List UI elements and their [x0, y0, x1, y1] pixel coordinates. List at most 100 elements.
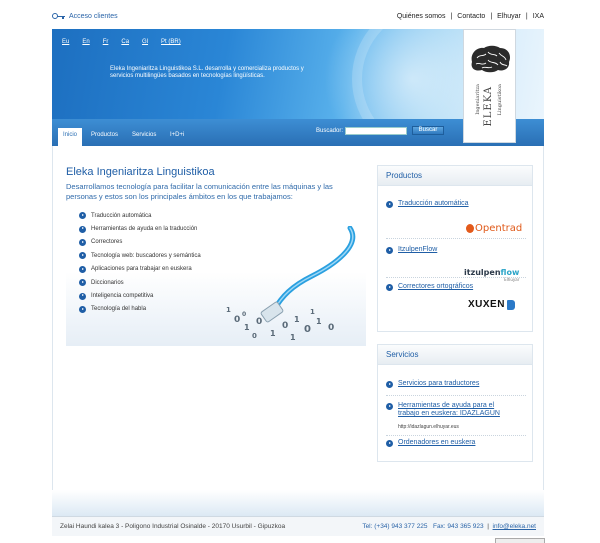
xuxen-logo[interactable]: XUXEN: [468, 299, 515, 310]
search-input[interactable]: [345, 126, 407, 135]
top-link-about[interactable]: Quiénes somos: [392, 13, 451, 20]
service-link-label[interactable]: Ordenadores en euskera: [398, 439, 475, 447]
search-label: Buscador:: [315, 127, 343, 134]
feature-label: Diccionarios: [91, 279, 124, 286]
svg-text:1: 1: [290, 333, 296, 342]
svg-text:1: 1: [316, 317, 322, 326]
footer-fax: Fax: 943 365 923: [432, 523, 484, 530]
product-link-itzulpenflow[interactable]: ItzulpenFlow: [386, 246, 437, 254]
svg-text:0: 0: [242, 311, 246, 318]
lang-ca[interactable]: Ca: [121, 39, 129, 45]
footer-gradient: [52, 490, 544, 516]
idazlagun-url[interactable]: http://idazlagun.elhuyar.eus: [398, 424, 459, 430]
tab-servicios[interactable]: Servicios: [127, 128, 161, 146]
divider: [386, 277, 526, 278]
arrow-bullet-icon: [386, 284, 393, 291]
footer-contact: Tel: (+34) 943 377 225 Fax: 943 365 923 …: [362, 523, 536, 530]
page-title: Eleka Ingeniaritza Linguistikoa: [66, 166, 215, 178]
client-access-link[interactable]: Acceso clientes: [52, 12, 118, 20]
top-link-contact[interactable]: Contacto: [452, 13, 490, 20]
search-button[interactable]: Buscar: [412, 126, 444, 135]
divider: [386, 238, 526, 239]
horizontal-scrollbar[interactable]: [495, 538, 545, 543]
arrow-bullet-icon: [386, 247, 393, 254]
service-link-computers[interactable]: Ordenadores en euskera: [386, 439, 475, 447]
list-item: Herramientas de ayuda en la traducción: [79, 222, 201, 235]
tab-productos[interactable]: Productos: [86, 128, 123, 146]
svg-text:1: 1: [294, 315, 300, 324]
lang-fr[interactable]: Fr: [103, 39, 109, 45]
logo-line-top: Ingeniaritza: [475, 84, 481, 115]
xuxen-mark-icon: [506, 299, 515, 310]
arrow-bullet-icon: [386, 381, 393, 388]
service-link-label[interactable]: Servicios para traductores: [398, 380, 479, 388]
footer-address: Zelai Haundi kalea 3 - Poligono Industri…: [60, 523, 286, 530]
opentrad-wordmark: Opentrad: [475, 223, 523, 234]
svg-text:0: 0: [234, 315, 240, 325]
product-link-spellcheckers[interactable]: Correctores ortográficos: [386, 283, 473, 291]
svg-text:1: 1: [244, 323, 250, 332]
footer-separator: |: [487, 523, 489, 530]
arrow-bullet-icon: [79, 265, 86, 273]
brain-icon: [471, 45, 510, 73]
footer: Zelai Haundi kalea 3 - Poligono Industri…: [52, 516, 544, 536]
arrow-bullet-icon: [79, 292, 86, 300]
logo-line-bottom: Linguistikoa: [497, 84, 503, 116]
svg-text:1: 1: [310, 308, 315, 316]
product-link-label[interactable]: Correctores ortográficos: [398, 283, 473, 291]
top-link-ixa[interactable]: IXA: [528, 13, 544, 20]
product-link-machine-translation[interactable]: Traducción automática: [386, 200, 469, 208]
top-links: Quiénes somos | Contacto | Elhuyar | IXA: [392, 13, 544, 20]
key-icon: [52, 12, 65, 20]
itzulpen-wordmark: itzulpen: [464, 268, 501, 277]
lang-eu[interactable]: Eu: [62, 39, 69, 45]
arrow-bullet-icon: [386, 440, 393, 447]
list-item: Tecnología web: buscadores y semántica: [79, 249, 201, 262]
tab-idi[interactable]: I+D+i: [165, 128, 189, 146]
arrow-bullet-icon: [79, 225, 86, 233]
top-bar: Acceso clientes Quiénes somos | Contacto…: [52, 12, 544, 26]
feature-label: Correctores: [91, 239, 123, 246]
lang-gl[interactable]: Gl: [142, 39, 148, 45]
tab-inicio[interactable]: Inicio: [58, 128, 83, 146]
arrow-bullet-icon: [79, 238, 86, 246]
arrow-bullet-icon: [79, 212, 86, 220]
service-link-label[interactable]: Herramientas de ayuda para el trabajo en…: [398, 402, 501, 418]
service-link-translators[interactable]: Servicios para traductores: [386, 380, 479, 388]
arrow-bullet-icon: [386, 201, 393, 208]
product-link-label[interactable]: Traducción automática: [398, 200, 469, 208]
logo-wordmark: Ingeniaritza ELEKA Linguistikoa: [473, 82, 509, 140]
products-title: Productos: [378, 166, 532, 186]
list-item: Inteligencia competitiva: [79, 289, 201, 302]
services-title: Servicios: [378, 345, 532, 365]
language-switcher: Eu En Fr Ca Gl Pt (BR): [62, 39, 194, 45]
arrow-bullet-icon: [79, 252, 86, 260]
feature-label: Tecnología web: buscadores y semántica: [91, 252, 201, 259]
lang-pt-br[interactable]: Pt (BR): [161, 39, 181, 45]
svg-text:0: 0: [282, 321, 288, 331]
footer-email-link[interactable]: info@eleka.net: [493, 523, 536, 530]
product-link-label[interactable]: ItzulpenFlow: [398, 246, 437, 254]
list-item: Correctores: [79, 236, 201, 249]
service-link-idazlagun[interactable]: Herramientas de ayuda para el trabajo en…: [386, 402, 501, 418]
opentrad-logo[interactable]: Opentrad: [466, 223, 522, 234]
feature-label: Inteligencia competitiva: [91, 293, 154, 300]
divider: [386, 435, 526, 436]
divider: [386, 395, 526, 396]
top-link-elhuyar[interactable]: Elhuyar: [492, 13, 526, 20]
itzulpenflow-logo[interactable]: itzulpenflow Elhuyar: [464, 268, 519, 282]
header-tagline: Eleka Ingeniaritza Linguistikoa S.L. des…: [110, 66, 304, 79]
eleka-logo[interactable]: Ingeniaritza ELEKA Linguistikoa: [463, 29, 516, 143]
feature-label: Traducción automática: [91, 212, 152, 219]
list-item: Diccionarios: [79, 276, 201, 289]
svg-text:1: 1: [270, 329, 276, 338]
lang-en[interactable]: En: [82, 39, 89, 45]
opentrad-dot-icon: [466, 224, 474, 233]
feature-label: Herramientas de ayuda en la traducción: [91, 226, 198, 233]
xuxen-wordmark: XUXEN: [468, 299, 505, 310]
feature-label: Tecnología del habla: [91, 306, 147, 313]
client-access-label[interactable]: Acceso clientes: [69, 13, 118, 20]
flow-wordmark: flow: [500, 268, 520, 277]
arrow-bullet-icon: [79, 305, 86, 313]
feature-list: Traducción automática Herramientas de ay…: [79, 209, 201, 316]
